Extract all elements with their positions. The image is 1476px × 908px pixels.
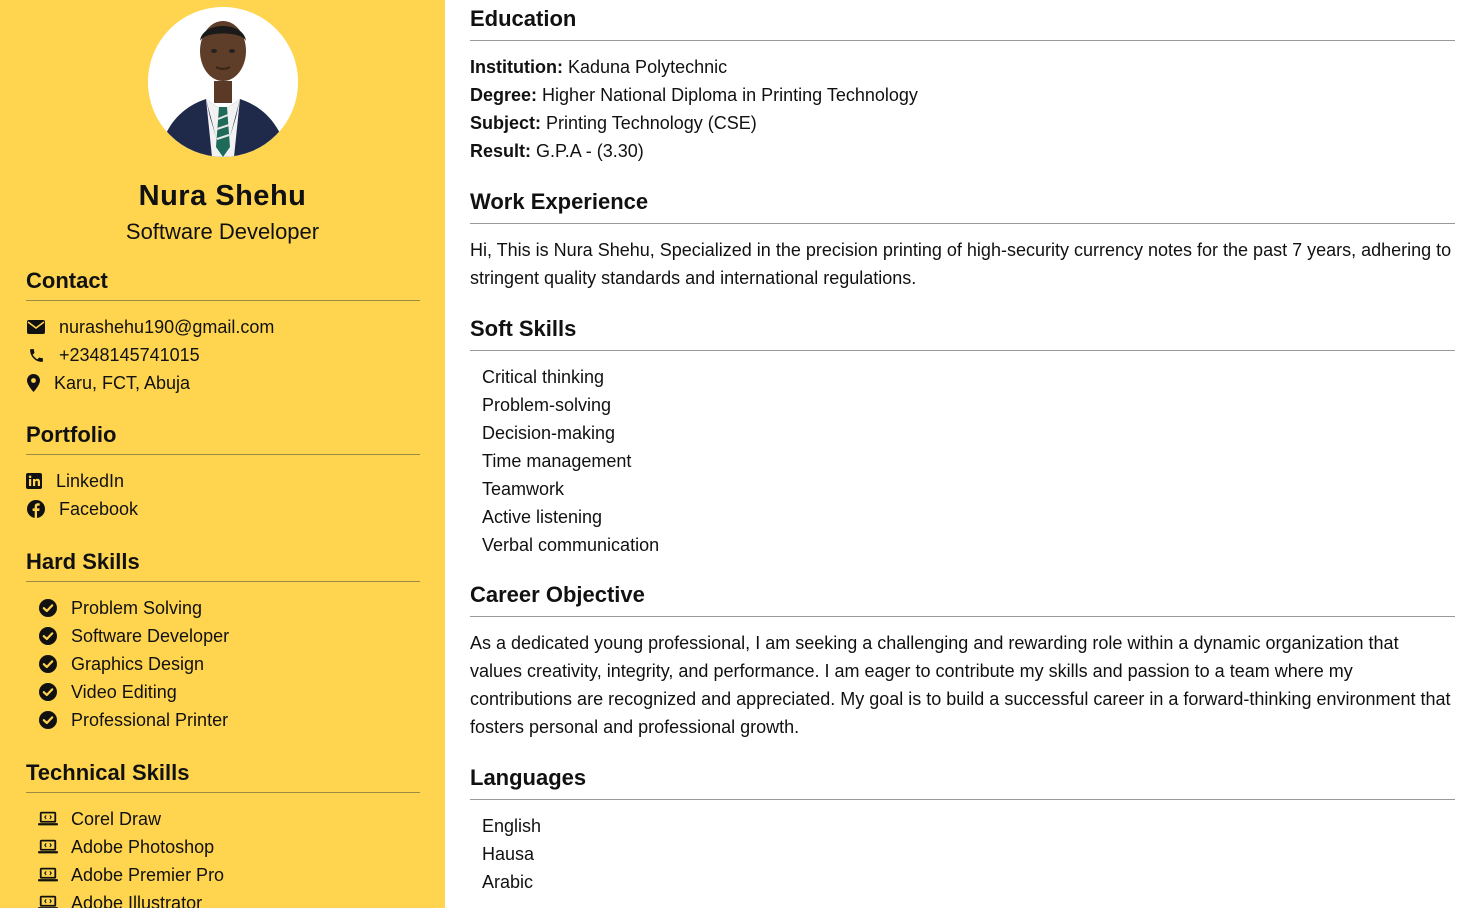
hard-skill-label: Software Developer bbox=[71, 625, 230, 646]
soft-skill-item: Active listening bbox=[482, 507, 603, 527]
work-experience-section: Work Experience Hi, This is Nura Shehu, … bbox=[470, 189, 1455, 292]
contact-phone-text: +2348145741015 bbox=[59, 344, 200, 365]
technical-skill-label: Corel Draw bbox=[71, 808, 162, 829]
work-experience-title: Work Experience bbox=[470, 189, 1455, 224]
hard-skill-item: Problem Solving bbox=[38, 594, 420, 622]
facebook-icon bbox=[26, 499, 46, 519]
soft-skills-section: Soft Skills Critical thinking Problem-sol… bbox=[470, 316, 1455, 559]
hard-skills-list: Problem Solving Software Developer Graphic… bbox=[26, 594, 420, 734]
technical-skill-label: Adobe Illustrator bbox=[71, 892, 203, 908]
education-section: Education Institution: Kaduna Polytechni… bbox=[470, 6, 1455, 165]
language-item: Arabic bbox=[482, 872, 534, 892]
language-item: English bbox=[482, 816, 542, 836]
technical-skill-item: Adobe Photoshop bbox=[38, 833, 420, 861]
portfolio-linkedin-link[interactable]: LinkedIn bbox=[26, 467, 420, 495]
technical-skill-label: Adobe Photoshop bbox=[71, 836, 215, 857]
education-institution: Institution: Kaduna Polytechnic bbox=[470, 53, 1455, 81]
result-value: G.P.A - (3.30) bbox=[536, 141, 644, 161]
portfolio-linkedin-label: LinkedIn bbox=[56, 470, 125, 491]
soft-skill-item: Critical thinking bbox=[482, 367, 605, 387]
contact-section: Contact nurashehu190@gmail.com +23481457… bbox=[26, 268, 420, 397]
career-objective-title: Career Objective bbox=[470, 582, 1455, 617]
laptop-code-icon bbox=[38, 865, 58, 885]
check-circle-icon bbox=[38, 598, 58, 618]
sidebar: Nura Shehu Software Developer Contact nu… bbox=[0, 0, 445, 908]
technical-skills-title: Technical Skills bbox=[26, 760, 420, 793]
soft-skills-title: Soft Skills bbox=[470, 316, 1455, 351]
profile-photo bbox=[148, 7, 298, 157]
education-title: Education bbox=[470, 6, 1455, 41]
hard-skill-item: Graphics Design bbox=[38, 650, 420, 678]
hard-skill-item: Video Editing bbox=[38, 678, 420, 706]
institution-value: Kaduna Polytechnic bbox=[568, 57, 728, 77]
education-result: Result: G.P.A - (3.30) bbox=[470, 137, 1455, 165]
degree-value: Higher National Diploma in Printing Tech… bbox=[542, 85, 918, 105]
contact-title: Contact bbox=[26, 268, 420, 301]
portfolio-facebook-label: Facebook bbox=[59, 498, 139, 519]
avatar bbox=[148, 7, 298, 157]
linkedin-icon bbox=[26, 471, 42, 491]
check-circle-icon bbox=[38, 626, 58, 646]
hard-skill-label: Graphics Design bbox=[71, 653, 205, 674]
hard-skill-label: Professional Printer bbox=[71, 709, 229, 730]
languages-title: Languages bbox=[470, 765, 1455, 800]
phone-icon bbox=[26, 345, 46, 365]
technical-skill-label: Adobe Premier Pro bbox=[71, 864, 225, 885]
contact-location: Karu, FCT, Abuja bbox=[26, 369, 420, 397]
technical-skill-item: Adobe Illustrator bbox=[38, 889, 420, 908]
subject-label: Subject: bbox=[470, 113, 542, 133]
envelope-icon bbox=[26, 317, 46, 337]
laptop-code-icon bbox=[38, 893, 58, 908]
soft-skill-item: Decision-making bbox=[482, 423, 616, 443]
contact-email-text: nurashehu190@gmail.com bbox=[59, 316, 275, 337]
hard-skill-item: Professional Printer bbox=[38, 706, 420, 734]
profile-name: Nura Shehu bbox=[138, 180, 307, 212]
career-objective-section: Career Objective As a dedicated young pr… bbox=[470, 582, 1455, 741]
technical-skills-list: Corel Draw Adobe Photoshop Adobe Premier P… bbox=[26, 805, 420, 908]
work-experience-text: Hi, This is Nura Shehu, Specialized in t… bbox=[470, 240, 1452, 288]
hard-skill-label: Problem Solving bbox=[71, 597, 203, 618]
laptop-code-icon bbox=[38, 809, 58, 829]
check-circle-icon bbox=[38, 654, 58, 674]
education-subject: Subject: Printing Technology (CSE) bbox=[470, 109, 1455, 137]
check-circle-icon bbox=[38, 682, 58, 702]
hard-skill-item: Software Developer bbox=[38, 622, 420, 650]
language-item: Hausa bbox=[482, 844, 535, 864]
technical-skill-item: Corel Draw bbox=[38, 805, 420, 833]
hard-skills-title: Hard Skills bbox=[26, 549, 420, 582]
career-objective-text: As a dedicated young professional, I am … bbox=[470, 633, 1451, 737]
result-label: Result: bbox=[470, 141, 532, 161]
soft-skill-item: Time management bbox=[482, 451, 632, 471]
soft-skill-item: Problem-solving bbox=[482, 395, 612, 415]
technical-skills-section: Technical Skills Corel Draw Adobe Photosh… bbox=[26, 760, 420, 908]
degree-label: Degree: bbox=[470, 85, 538, 105]
technical-skill-item: Adobe Premier Pro bbox=[38, 861, 420, 889]
languages-section: Languages English Hausa Arabic bbox=[470, 765, 1455, 896]
soft-skills-list: Critical thinking Problem-solving Decision… bbox=[470, 363, 1455, 559]
resume-page: Nura Shehu Software Developer Contact nu… bbox=[0, 0, 1476, 908]
subject-value: Printing Technology (CSE) bbox=[546, 113, 757, 133]
contact-phone[interactable]: +2348145741015 bbox=[26, 341, 420, 369]
hard-skill-label: Video Editing bbox=[71, 681, 177, 702]
languages-list: English Hausa Arabic bbox=[470, 812, 1455, 896]
check-circle-icon bbox=[38, 710, 58, 730]
soft-skill-item: Verbal communication bbox=[482, 535, 660, 555]
contact-email[interactable]: nurashehu190@gmail.com bbox=[26, 313, 420, 341]
location-pin-icon bbox=[26, 373, 40, 393]
education-degree: Degree: Higher National Diploma in Print… bbox=[470, 81, 1455, 109]
soft-skill-item: Teamwork bbox=[482, 479, 565, 499]
laptop-code-icon bbox=[38, 837, 58, 857]
contact-location-text: Karu, FCT, Abuja bbox=[54, 372, 191, 393]
institution-label: Institution: bbox=[470, 57, 563, 77]
profile-role: Software Developer bbox=[125, 219, 320, 244]
portfolio-facebook-link[interactable]: Facebook bbox=[26, 495, 420, 523]
hard-skills-section: Hard Skills Problem Solving Software Deve… bbox=[26, 549, 420, 734]
portfolio-title: Portfolio bbox=[26, 422, 420, 455]
portfolio-section: Portfolio LinkedIn Facebook bbox=[26, 422, 420, 523]
